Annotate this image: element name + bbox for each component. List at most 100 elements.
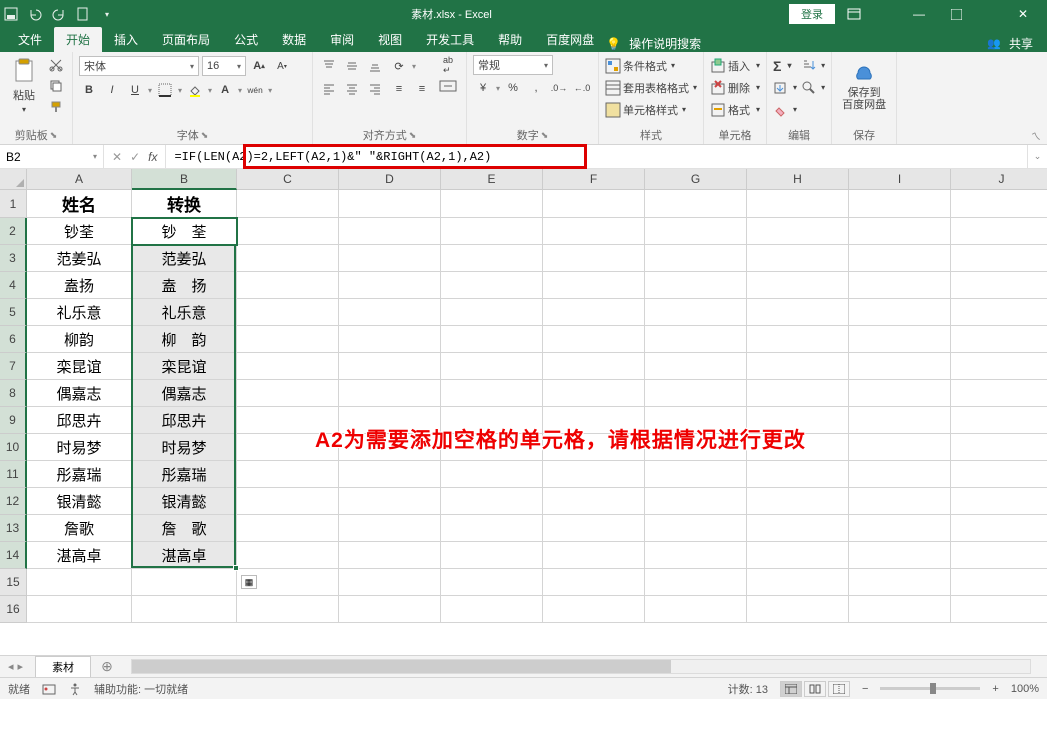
page-break-view-icon[interactable] bbox=[828, 681, 850, 697]
cell[interactable] bbox=[339, 218, 441, 245]
cell[interactable] bbox=[339, 569, 441, 596]
cell[interactable] bbox=[747, 434, 849, 461]
column-header[interactable]: D bbox=[339, 169, 441, 190]
cell[interactable] bbox=[849, 326, 951, 353]
cell[interactable] bbox=[849, 272, 951, 299]
column-header[interactable]: F bbox=[543, 169, 645, 190]
align-top-icon[interactable] bbox=[319, 56, 339, 76]
cell[interactable] bbox=[237, 218, 339, 245]
cell[interactable]: 银清懿 bbox=[27, 488, 132, 515]
cells-area[interactable]: 姓名转换钞荃钞 荃范姜弘范姜弘盍扬盍 扬礼乐意礼乐意柳韵柳 韵栾昆谊栾昆谊偶嘉志… bbox=[27, 190, 1047, 623]
orientation-icon[interactable]: ⟳ bbox=[389, 56, 409, 76]
cell[interactable] bbox=[441, 326, 543, 353]
cell[interactable] bbox=[645, 569, 747, 596]
decrease-font-icon[interactable]: A▾ bbox=[272, 56, 292, 76]
cell[interactable] bbox=[645, 272, 747, 299]
tab-dev[interactable]: 开发工具 bbox=[414, 27, 486, 52]
cell[interactable] bbox=[645, 245, 747, 272]
cell[interactable]: 范姜弘 bbox=[27, 245, 132, 272]
cell[interactable] bbox=[543, 272, 645, 299]
cell[interactable] bbox=[441, 272, 543, 299]
cell[interactable] bbox=[237, 299, 339, 326]
cell[interactable] bbox=[747, 272, 849, 299]
zoom-out-icon[interactable]: − bbox=[862, 683, 868, 695]
cell[interactable] bbox=[441, 596, 543, 623]
align-left-icon[interactable] bbox=[319, 79, 339, 99]
column-header[interactable]: H bbox=[747, 169, 849, 190]
cell[interactable] bbox=[339, 596, 441, 623]
launcher-icon[interactable]: ⬊ bbox=[201, 130, 209, 141]
cell[interactable] bbox=[441, 434, 543, 461]
row-header[interactable]: 5 bbox=[0, 299, 27, 326]
cell[interactable] bbox=[645, 190, 747, 218]
cell[interactable] bbox=[951, 353, 1047, 380]
align-right-icon[interactable] bbox=[365, 79, 385, 99]
tab-layout[interactable]: 页面布局 bbox=[150, 27, 222, 52]
expand-formula-icon[interactable]: ⌄ bbox=[1027, 145, 1047, 168]
cell[interactable] bbox=[645, 515, 747, 542]
row-header[interactable]: 15 bbox=[0, 569, 27, 596]
cell[interactable] bbox=[237, 542, 339, 569]
cell[interactable] bbox=[747, 380, 849, 407]
format-painter-icon[interactable] bbox=[46, 97, 66, 117]
bold-icon[interactable]: B bbox=[79, 80, 99, 100]
cell[interactable]: 转换 bbox=[132, 190, 237, 218]
horizontal-scrollbar[interactable] bbox=[131, 659, 1031, 674]
cell[interactable] bbox=[849, 218, 951, 245]
cell[interactable] bbox=[441, 407, 543, 434]
cell[interactable] bbox=[951, 380, 1047, 407]
select-all-corner[interactable] bbox=[0, 169, 27, 190]
cell[interactable] bbox=[441, 569, 543, 596]
cell-style-button[interactable]: 单元格样式▾ bbox=[605, 99, 697, 120]
cell[interactable] bbox=[645, 299, 747, 326]
cell[interactable] bbox=[645, 461, 747, 488]
cell[interactable] bbox=[441, 380, 543, 407]
cell[interactable] bbox=[237, 353, 339, 380]
wrap-text-icon[interactable]: ab↵ bbox=[436, 55, 460, 75]
cell[interactable] bbox=[543, 407, 645, 434]
cell[interactable] bbox=[237, 515, 339, 542]
sort-filter-button[interactable]: ▾ bbox=[801, 55, 825, 76]
cell[interactable] bbox=[543, 461, 645, 488]
currency-icon[interactable]: ¥ bbox=[473, 78, 493, 98]
cell[interactable] bbox=[543, 245, 645, 272]
ribbon-display-icon[interactable] bbox=[847, 8, 887, 20]
decrease-indent-icon[interactable]: ≡ bbox=[389, 79, 409, 99]
tab-formulas[interactable]: 公式 bbox=[222, 27, 270, 52]
cell[interactable] bbox=[237, 326, 339, 353]
cell[interactable] bbox=[645, 434, 747, 461]
page-layout-view-icon[interactable] bbox=[804, 681, 826, 697]
fill-handle[interactable] bbox=[233, 565, 239, 571]
cell[interactable] bbox=[747, 353, 849, 380]
cell[interactable] bbox=[747, 596, 849, 623]
cell[interactable]: 偶嘉志 bbox=[27, 380, 132, 407]
cell[interactable] bbox=[747, 515, 849, 542]
cell[interactable]: 偶嘉志 bbox=[132, 380, 237, 407]
save-icon[interactable] bbox=[4, 7, 18, 21]
launcher-icon[interactable]: ⬊ bbox=[541, 130, 549, 141]
cell[interactable] bbox=[237, 245, 339, 272]
redo-icon[interactable] bbox=[52, 7, 66, 21]
cell[interactable]: 彤嘉瑞 bbox=[132, 461, 237, 488]
fill-button[interactable]: ▾ bbox=[773, 77, 797, 98]
decrease-decimal-icon[interactable]: ←.0 bbox=[572, 78, 592, 98]
cell[interactable] bbox=[237, 596, 339, 623]
collapse-ribbon-icon[interactable]: ㄟ bbox=[903, 128, 1041, 143]
cell[interactable]: 范姜弘 bbox=[132, 245, 237, 272]
cell[interactable] bbox=[951, 190, 1047, 218]
cell[interactable] bbox=[747, 218, 849, 245]
column-header[interactable]: G bbox=[645, 169, 747, 190]
cell[interactable] bbox=[441, 190, 543, 218]
increase-decimal-icon[interactable]: .0→ bbox=[549, 78, 569, 98]
column-header[interactable]: A bbox=[27, 169, 132, 190]
cell[interactable] bbox=[543, 488, 645, 515]
cell[interactable] bbox=[543, 596, 645, 623]
zoom-slider[interactable] bbox=[880, 687, 980, 690]
align-center-icon[interactable] bbox=[342, 79, 362, 99]
row-header[interactable]: 10 bbox=[0, 434, 27, 461]
cell[interactable] bbox=[339, 488, 441, 515]
cell[interactable]: 盍扬 bbox=[27, 272, 132, 299]
cell[interactable] bbox=[132, 596, 237, 623]
cell[interactable]: 彤嘉瑞 bbox=[27, 461, 132, 488]
table-format-button[interactable]: 套用表格格式▾ bbox=[605, 77, 697, 98]
